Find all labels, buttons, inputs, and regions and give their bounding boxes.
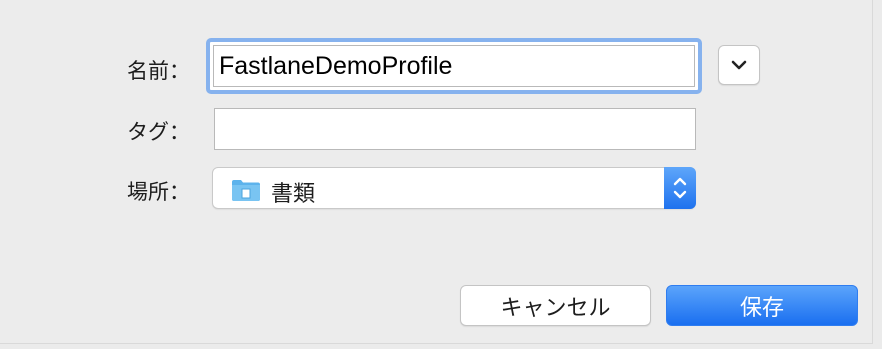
save-dialog: 名前： タグ： 場所： 書類 キャンセル 保存 [0, 0, 873, 344]
name-input[interactable] [213, 45, 695, 87]
location-value: 書類 [271, 182, 316, 207]
cancel-button[interactable]: キャンセル [460, 285, 651, 326]
chevron-down-icon [731, 60, 747, 70]
tags-input[interactable] [214, 108, 696, 150]
up-down-chevron-icon [673, 177, 687, 199]
name-field-focus-ring [206, 38, 702, 94]
location-popup[interactable]: 書類 [212, 167, 696, 209]
location-stepper[interactable] [664, 167, 696, 209]
folder-icon [232, 180, 260, 201]
save-button[interactable]: 保存 [666, 285, 858, 326]
expand-dialog-button[interactable] [718, 45, 760, 85]
name-label: 名前： [127, 59, 190, 83]
tags-label: タグ： [127, 120, 190, 144]
location-label: 場所： [127, 180, 190, 204]
